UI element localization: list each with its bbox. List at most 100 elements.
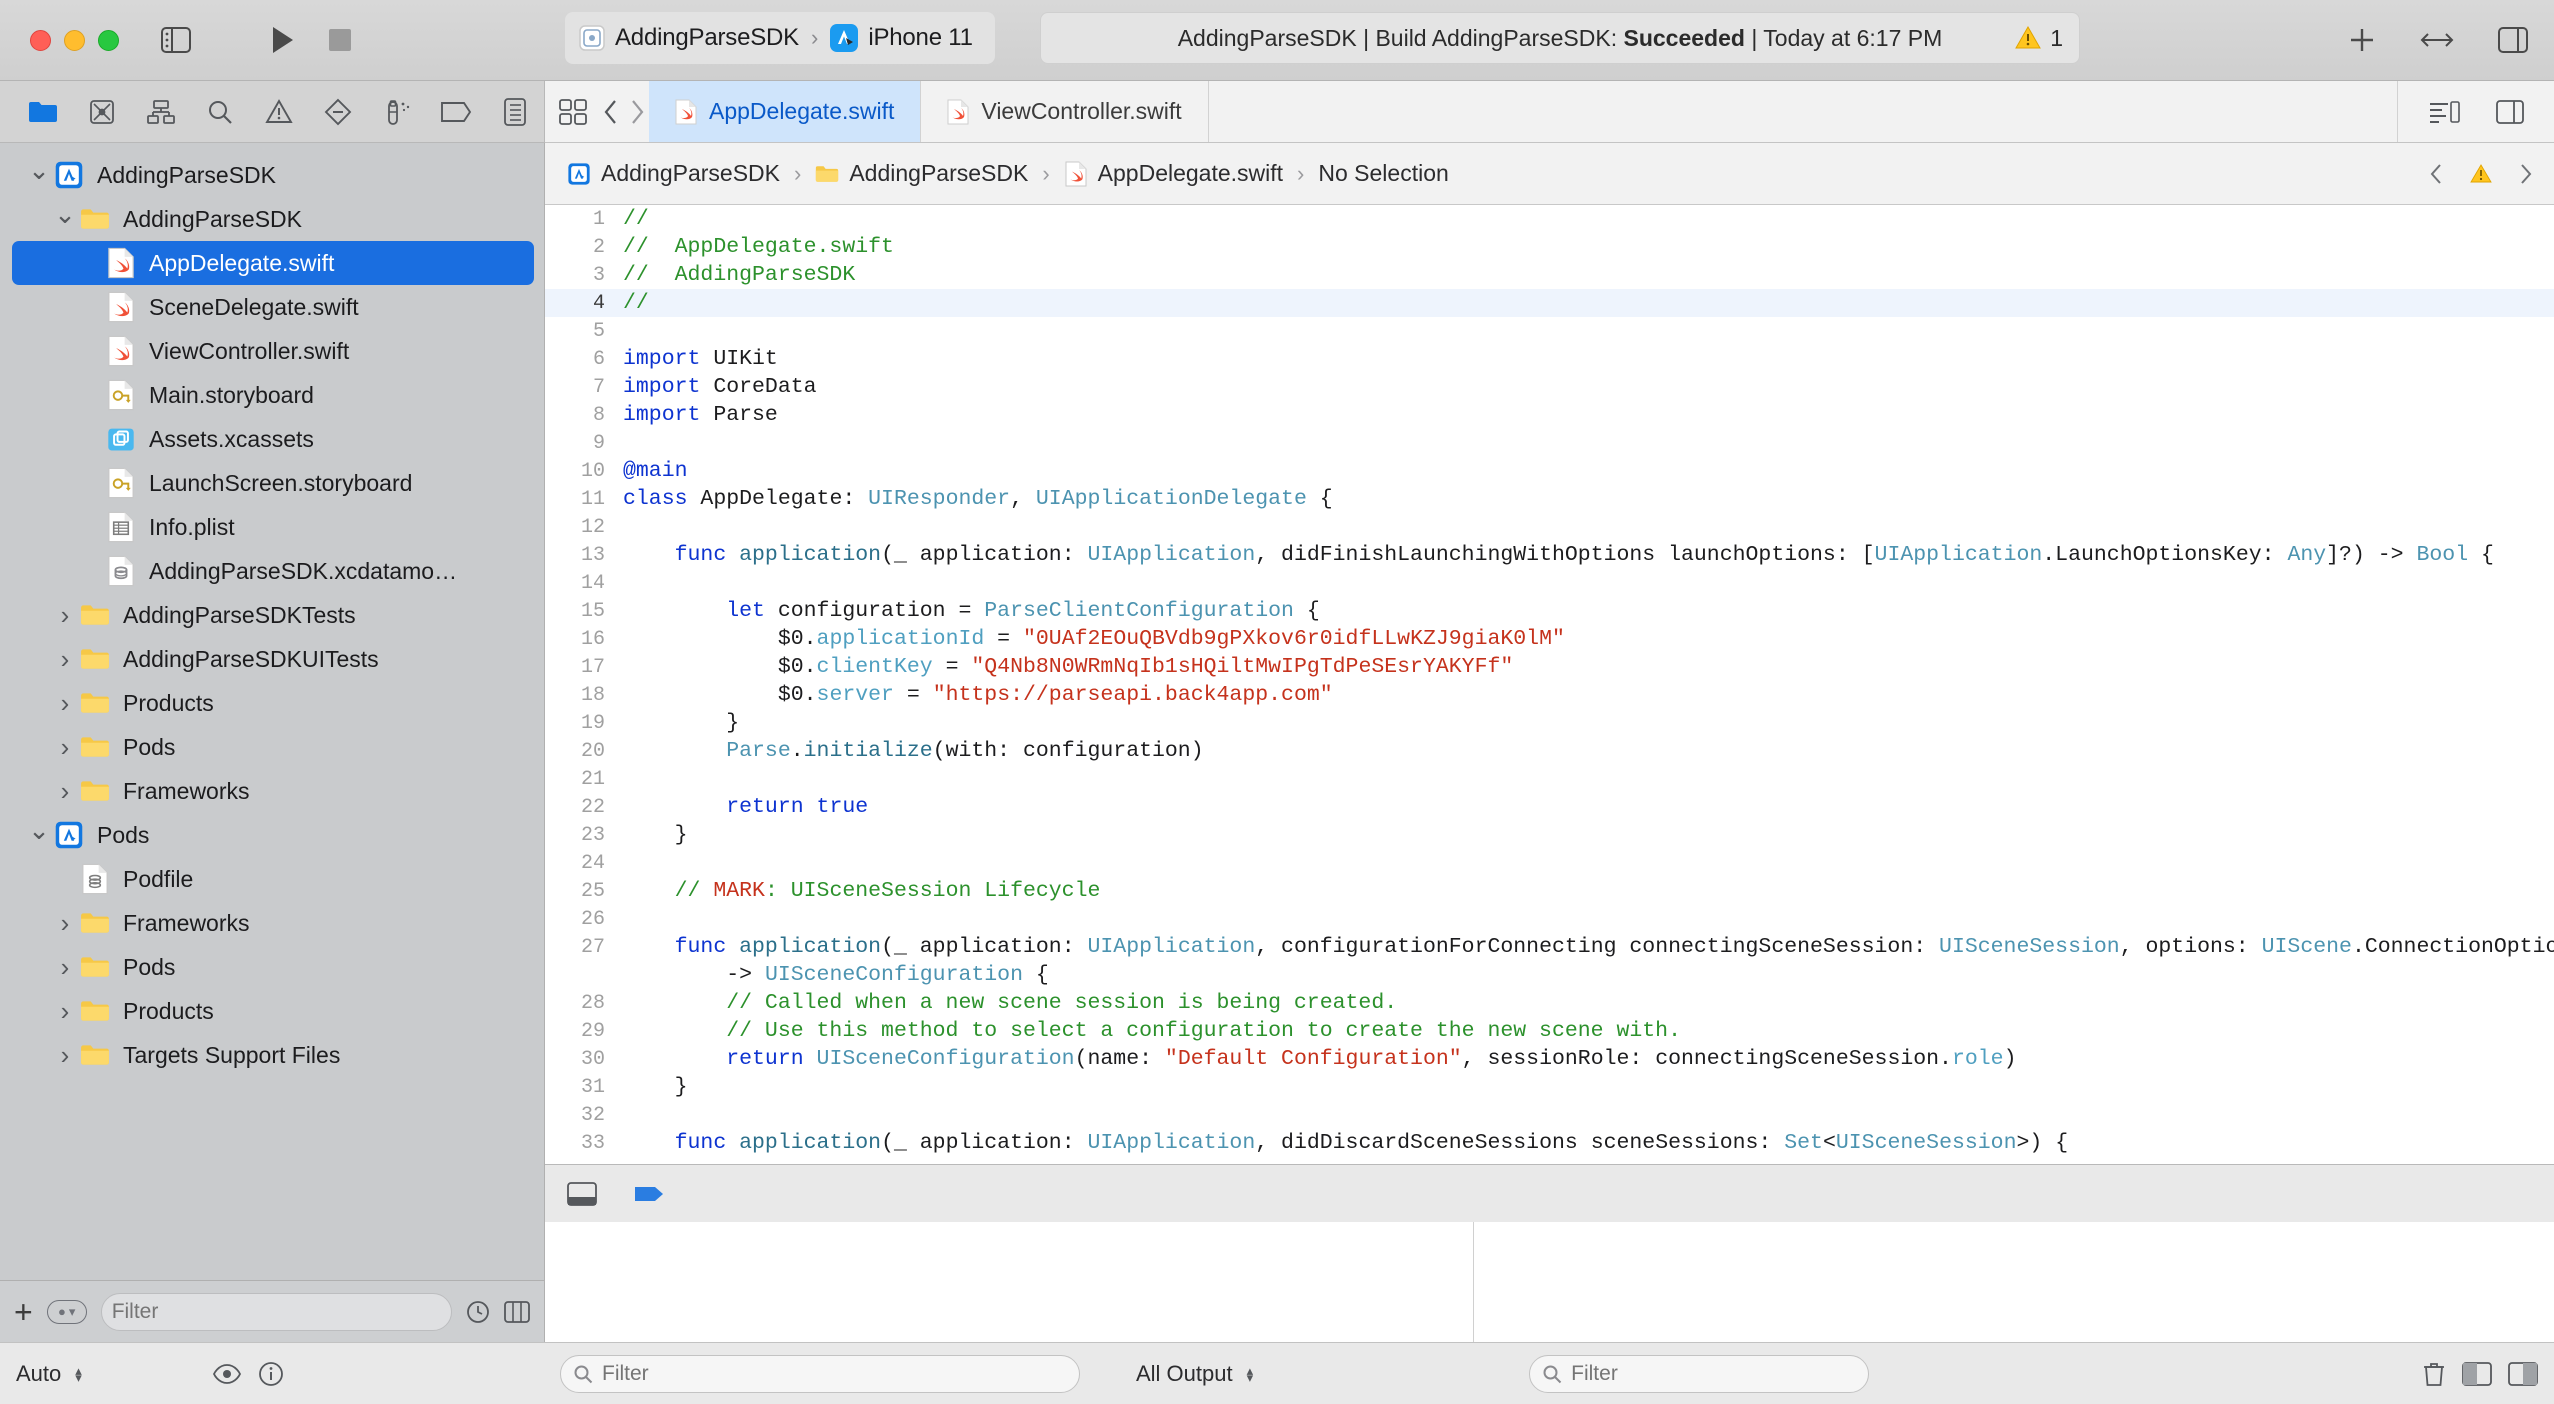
code-line[interactable]: 11 class AppDelegate: UIResponder, UIAppl… xyxy=(545,485,2554,513)
test-navigator-icon[interactable] xyxy=(308,81,367,143)
code-line[interactable]: 29 // Use this method to select a config… xyxy=(545,1017,2554,1045)
code-text[interactable]: } xyxy=(623,1075,688,1099)
tree-item-launchscreen-storyboard[interactable]: LaunchScreen.storyboard xyxy=(12,461,534,505)
tree-item-addingparsesdkuitests[interactable]: › AddingParseSDKUITests xyxy=(12,637,534,681)
add-button[interactable] xyxy=(2348,26,2376,54)
chevron-down-icon[interactable]: ⌄ xyxy=(26,815,52,846)
hide-debug-area-icon[interactable] xyxy=(567,1181,597,1206)
code-text[interactable]: $0.applicationId = "0UAf2EOuQBVdb9gPXkov… xyxy=(623,627,1565,651)
code-line[interactable]: 24 xyxy=(545,849,2554,877)
tree-item-info-plist[interactable]: Info.plist xyxy=(12,505,534,549)
code-line[interactable]: 1 // xyxy=(545,205,2554,233)
console-filter-field[interactable] xyxy=(1529,1354,1870,1393)
project-tree[interactable]: ⌄ AddingParseSDK ⌄ AddingParseSDK AppDelegat… xyxy=(0,143,544,1280)
console-output-selector[interactable]: All Output ▴ ▾ xyxy=(1136,1361,1253,1387)
chevron-right-icon[interactable]: › xyxy=(52,952,78,983)
filter-scope-button[interactable]: ● ▾ xyxy=(46,1299,87,1324)
code-line[interactable]: 25 // MARK: UISceneSession Lifecycle xyxy=(545,877,2554,905)
code-line[interactable]: 19 } xyxy=(545,709,2554,737)
stop-button[interactable] xyxy=(329,29,351,51)
minimize-button[interactable] xyxy=(64,29,85,51)
code-line[interactable]: 26 xyxy=(545,905,2554,933)
tab-appdelegate-swift[interactable]: AppDelegate.swift xyxy=(649,81,922,142)
console-view[interactable] xyxy=(1474,1222,2554,1342)
source-code-editor[interactable]: 1 // 2 // AppDelegate.swift 3 // AddingParseS… xyxy=(545,205,2554,1164)
code-text[interactable]: func application(_ application: UIApplic… xyxy=(623,1131,2069,1155)
code-line[interactable]: 4 // xyxy=(545,289,2554,317)
code-text[interactable]: $0.clientKey = "Q4Nb8N0WRmNqIb1sHQiltMwI… xyxy=(623,655,1513,679)
find-navigator-icon[interactable] xyxy=(191,81,250,143)
code-line[interactable]: 33 func application(_ application: UIApp… xyxy=(545,1129,2554,1157)
code-text[interactable]: import UIKit xyxy=(623,347,778,371)
code-text[interactable]: // Use this method to select a configura… xyxy=(623,1019,1681,1043)
code-line[interactable]: 22 return true xyxy=(545,793,2554,821)
code-text[interactable]: func application(_ application: UIApplic… xyxy=(623,935,2554,959)
debug-navigator-icon[interactable] xyxy=(367,81,426,143)
tree-item-pods[interactable]: › Pods xyxy=(12,725,534,769)
breadcrumb-previous-issue-icon[interactable] xyxy=(2430,163,2444,185)
code-line[interactable]: 6 import UIKit xyxy=(545,345,2554,373)
code-line[interactable]: 7 import CoreData xyxy=(545,373,2554,401)
status-bar[interactable]: AddingParseSDK | Build AddingParseSDK: S… xyxy=(1040,12,2080,64)
breadcrumb-item-addingparsesdk[interactable]: AddingParseSDK xyxy=(815,160,1028,188)
code-line[interactable]: 17 $0.clientKey = "Q4Nb8N0WRmNqIb1sHQilt… xyxy=(545,653,2554,681)
code-text[interactable]: } xyxy=(623,823,688,847)
navigator-filter-input[interactable] xyxy=(111,1299,441,1324)
code-line[interactable]: 5 xyxy=(545,317,2554,345)
chevron-right-icon[interactable]: › xyxy=(52,600,78,631)
tree-item-appdelegate-swift[interactable]: AppDelegate.swift xyxy=(12,241,534,285)
code-text[interactable]: func application(_ application: UIApplic… xyxy=(623,543,2494,567)
code-line[interactable]: 10 @main xyxy=(545,457,2554,485)
breadcrumb-next-issue-icon[interactable] xyxy=(2518,163,2532,185)
code-text[interactable]: // AppDelegate.swift xyxy=(623,235,894,259)
code-line[interactable]: 27 func application(_ application: UIApp… xyxy=(545,933,2554,961)
code-line[interactable]: 30 return UISceneConfiguration(name: "De… xyxy=(545,1045,2554,1073)
chevron-right-icon[interactable]: › xyxy=(52,732,78,763)
tree-item-addingparsesdk[interactable]: ⌄ AddingParseSDK xyxy=(12,153,534,197)
code-text[interactable]: @main xyxy=(623,459,688,483)
chevron-right-icon[interactable]: › xyxy=(52,776,78,807)
tree-item-pods[interactable]: ⌄ Pods xyxy=(12,813,534,857)
step-over-icon[interactable] xyxy=(633,1183,665,1205)
navigate-forward-icon[interactable] xyxy=(629,99,645,125)
code-line[interactable]: 28 // Called when a new scene session is… xyxy=(545,989,2554,1017)
breakpoint-navigator-icon[interactable] xyxy=(426,81,485,143)
code-line[interactable]: 3 // AddingParseSDK xyxy=(545,261,2554,289)
code-line[interactable]: 20 Parse.initialize(with: configuration) xyxy=(545,737,2554,765)
issue-navigator-icon[interactable] xyxy=(250,81,309,143)
chevron-down-icon[interactable]: ⌄ xyxy=(52,199,78,230)
recent-files-filter-icon[interactable] xyxy=(466,1300,490,1324)
tree-item-addingparsesdktests[interactable]: › AddingParseSDKTests xyxy=(12,593,534,637)
sidebar-toggle-icon[interactable] xyxy=(161,27,191,53)
chevron-right-icon[interactable]: › xyxy=(52,908,78,939)
source-control-navigator-icon[interactable] xyxy=(73,81,132,143)
tree-item-podfile[interactable]: Podfile xyxy=(12,857,534,901)
code-text[interactable]: $0.server = "https://parseapi.back4app.c… xyxy=(623,683,1333,707)
tree-item-main-storyboard[interactable]: Main.storyboard xyxy=(12,373,534,417)
code-line[interactable]: 15 let configuration = ParseClientConfig… xyxy=(545,597,2554,625)
breadcrumb[interactable]: AddingParseSDK › AddingParseSDK › AppDelegat… xyxy=(545,143,2554,205)
variables-scope-selector[interactable]: Auto ▴ ▾ xyxy=(16,1361,196,1387)
run-button[interactable] xyxy=(271,26,295,54)
code-text[interactable]: -> UISceneConfiguration { xyxy=(623,963,1049,987)
breadcrumb-item-addingparsesdk[interactable]: AddingParseSDK xyxy=(567,160,780,188)
console-filter-input[interactable] xyxy=(1571,1361,1857,1386)
navigate-back-icon[interactable] xyxy=(603,99,619,125)
code-line[interactable]: 2 // AppDelegate.swift xyxy=(545,233,2554,261)
code-text[interactable]: import CoreData xyxy=(623,375,817,399)
code-line[interactable]: 8 import Parse xyxy=(545,401,2554,429)
info-icon[interactable] xyxy=(258,1361,284,1387)
tree-item-assets-xcassets[interactable]: Assets.xcassets xyxy=(12,417,534,461)
tree-item-frameworks[interactable]: › Frameworks xyxy=(12,901,534,945)
tree-item-addingparsesdk[interactable]: ⌄ AddingParseSDK xyxy=(12,197,534,241)
scheme-destination[interactable]: iPhone 11 xyxy=(830,24,973,52)
variables-pane-toggle-icon[interactable] xyxy=(2462,1361,2492,1386)
code-line[interactable]: 9 xyxy=(545,429,2554,457)
tree-item-products[interactable]: › Products xyxy=(12,989,534,1033)
code-text[interactable]: // xyxy=(623,207,649,231)
navigator-filter-field[interactable] xyxy=(100,1292,452,1331)
tree-item-scenedelegate-swift[interactable]: SceneDelegate.swift xyxy=(12,285,534,329)
code-lines[interactable]: 1 // 2 // AppDelegate.swift 3 // AddingParseS… xyxy=(545,205,2554,1164)
code-line[interactable]: 32 xyxy=(545,1101,2554,1129)
code-text[interactable]: // AddingParseSDK xyxy=(623,263,855,287)
